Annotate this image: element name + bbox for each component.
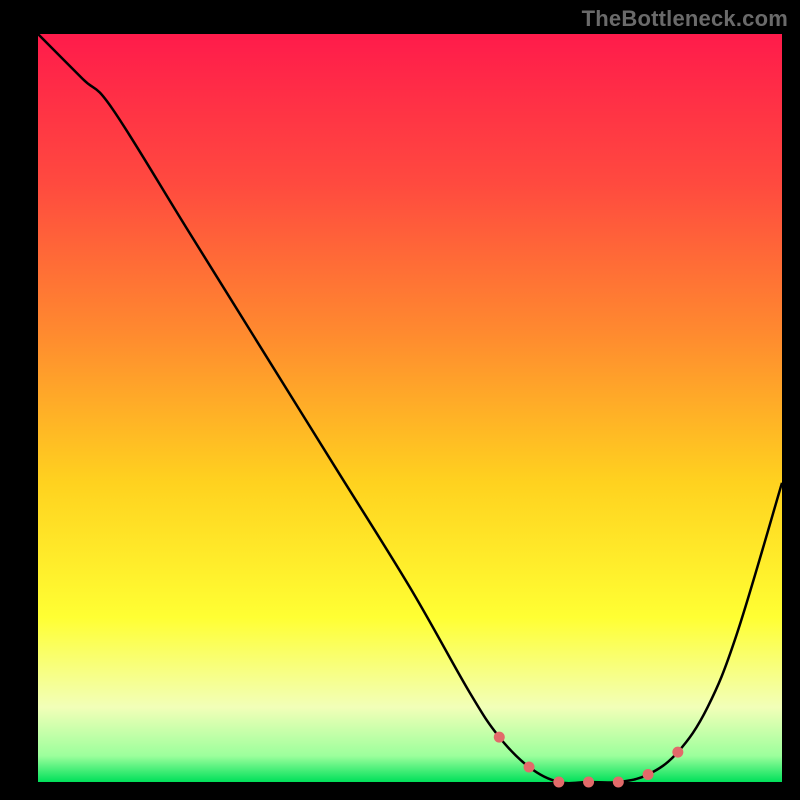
min-dot	[672, 747, 683, 758]
min-dot	[494, 732, 505, 743]
chart-frame: TheBottleneck.com	[0, 0, 800, 800]
min-dot	[643, 769, 654, 780]
min-dot	[524, 762, 535, 773]
watermark-text: TheBottleneck.com	[582, 6, 788, 32]
plot-area	[38, 34, 782, 782]
min-dot	[553, 777, 564, 788]
min-dot	[583, 777, 594, 788]
bottleneck-chart	[0, 0, 800, 800]
min-dot	[613, 777, 624, 788]
